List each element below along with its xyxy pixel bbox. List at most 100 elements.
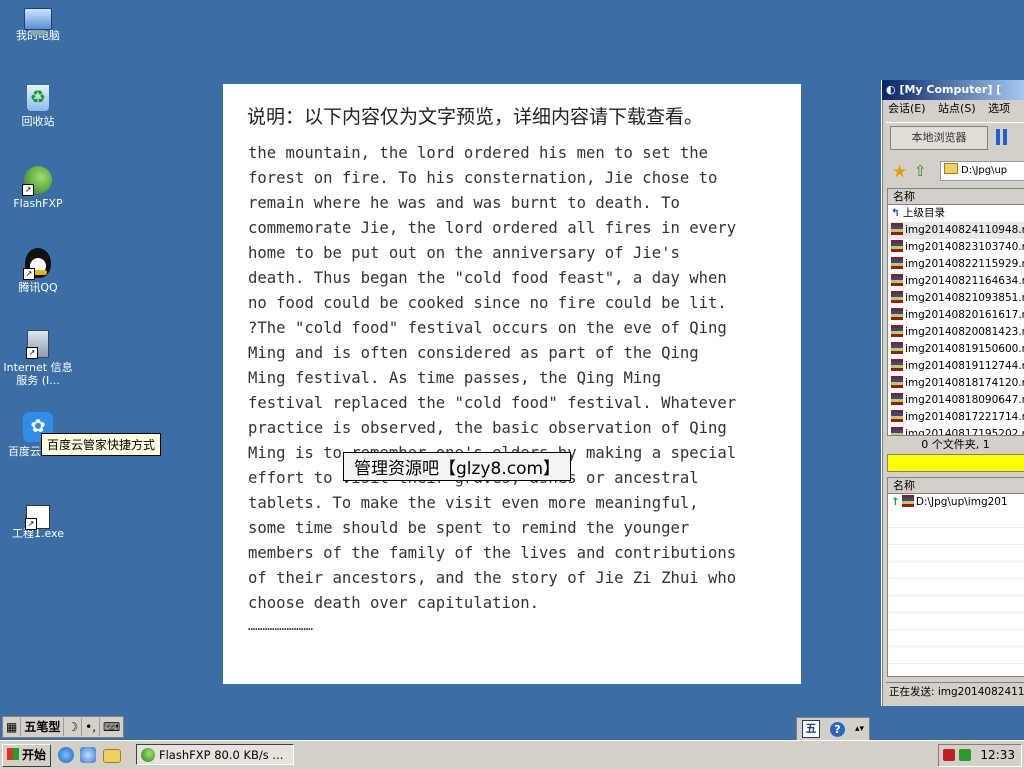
transfer-queue-list[interactable]: 名称 ↑ D:\Jpg\up\img201 [887, 477, 1024, 677]
preview-text-body: the mountain, the lord ordered his men t… [248, 141, 788, 636]
desktop-icon-label: Internet 信息服务 (I... [3, 361, 73, 387]
preview-line: home to be put out on the anniversary of… [248, 244, 680, 262]
preview-line: Ming and is often considered as part of … [248, 344, 699, 362]
system-tray: 12:33 [938, 744, 1022, 767]
folder-icon [944, 163, 958, 174]
rar-archive-icon [891, 257, 903, 269]
file-row[interactable]: img20140821164634.r [888, 273, 1024, 290]
file-name: img20140820161617.r [905, 309, 1024, 321]
desktop-icon-flashfxp[interactable]: ↗ FlashFXP [0, 166, 76, 210]
flashfxp-icon: ↗ [22, 166, 52, 196]
ime-punctuation-icon[interactable]: •, [82, 718, 101, 736]
queue-item-path: D:\Jpg\up\img201 [915, 496, 1008, 508]
tray-app-icon[interactable] [943, 749, 955, 761]
file-row[interactable]: img20140819150600.r [888, 341, 1024, 358]
local-path-text: D:\Jpg\up [961, 165, 1008, 176]
rar-archive-icon [891, 410, 903, 422]
ime-status-bar: ▦ 五笔型 ☽ •, ⌨ [2, 716, 125, 738]
preview-notice-heading: 说明：以下内容仅为文字预览，详细内容请下载查看。 [247, 106, 704, 128]
menu-options[interactable]: 选项 [988, 102, 1010, 115]
menu-session[interactable]: 会话(E) [888, 102, 926, 115]
recycle-bin-icon: ♻ [26, 84, 50, 112]
queue-column-header-name[interactable]: 名称 [888, 478, 1024, 494]
rar-archive-icon [891, 342, 903, 354]
rar-archive-icon [891, 291, 903, 303]
computer-icon [24, 8, 52, 35]
flashfxp-toolbar: 本地浏览器 [886, 122, 1024, 153]
file-row[interactable]: img20140822115929.r [888, 256, 1024, 273]
file-row[interactable]: img20140820081423.r [888, 324, 1024, 341]
desktop-icon-qq[interactable]: ↗ 腾讯QQ [0, 248, 76, 294]
desktop-icon-my-computer[interactable]: 我的电脑 [0, 4, 76, 42]
local-browser-button[interactable]: 本地浏览器 [890, 126, 988, 150]
queue-row[interactable]: ↑ D:\Jpg\up\img201 [888, 494, 1024, 511]
preview-line: the mountain, the lord ordered his men t… [248, 144, 709, 162]
local-path-combo[interactable]: D:\Jpg\up [940, 161, 1024, 181]
file-row[interactable]: img20140820161617.r [888, 307, 1024, 324]
rar-archive-icon [891, 359, 903, 371]
file-name: img20140819112744.r [905, 360, 1024, 372]
favorites-star-icon[interactable]: ★ [892, 162, 907, 182]
preview-line: members of the family of the lives and c… [248, 544, 737, 562]
internet-explorer-icon[interactable] [58, 747, 74, 763]
file-row[interactable]: img20140819112744.r [888, 358, 1024, 375]
desktop-icon-recycle-bin[interactable]: ♻ 回收站 [0, 84, 76, 128]
file-row[interactable]: img20140824110948.r [888, 222, 1024, 239]
preview-line: choose death over capitulation. [248, 594, 540, 612]
start-button[interactable]: 开始 [2, 744, 51, 767]
rar-archive-icon [891, 376, 903, 388]
flashfxp-titlebar[interactable]: ◐ [My Computer] [ [882, 80, 1024, 100]
ime-toggle-icon[interactable]: ▦ [3, 718, 22, 736]
preview-ellipsis: ……………………… [248, 619, 314, 633]
taskbar-item-flashfxp[interactable]: FlashFXP 80.0 KB/s ... [136, 744, 294, 765]
soft-keyboard-icon[interactable]: ⌨ [100, 718, 123, 736]
rar-archive-icon [901, 495, 914, 507]
flashfxp-title-icon: ◐ [886, 83, 900, 96]
ime-mode[interactable]: 五笔型 [21, 718, 65, 736]
file-row[interactable]: img20140817195202.r [888, 426, 1024, 435]
file-name: img20140822115929.r [905, 258, 1024, 270]
ime-halfwidth-icon[interactable]: ☽ [64, 718, 83, 736]
site-watermark: 管理资源吧【glzy8.com】 [343, 452, 572, 481]
up-folder-icon[interactable]: ⇧ [914, 162, 927, 180]
file-row[interactable]: img20140818090647.r [888, 392, 1024, 409]
preview-line: ?The "cold food" festival occurs on the … [248, 319, 727, 337]
rar-archive-icon [891, 308, 903, 320]
desktop-icon-exe[interactable]: ↗ 工程1.exe [0, 500, 76, 540]
flashfxp-icon [141, 748, 155, 762]
desktop-icon-label: 腾讯QQ [18, 281, 58, 294]
parent-directory-row[interactable]: ↰ 上级目录 [888, 205, 1024, 222]
file-name: img20140824110948.r [905, 224, 1024, 236]
parent-dir-icon: ↰ [891, 207, 900, 219]
menu-sites[interactable]: 站点(S) [938, 102, 976, 115]
queue-empty-rows [888, 511, 1024, 676]
tray-network-icon[interactable] [959, 749, 971, 761]
pause-icon[interactable] [996, 129, 1008, 145]
flashfxp-nav-bar: ★ ⇧ D:\Jpg\up [886, 160, 1024, 184]
preview-line: tablets. To make the visit even more mea… [248, 494, 699, 512]
rar-archive-icon [891, 393, 903, 405]
desktop-icon-label: 回收站 [21, 115, 55, 128]
file-name: img20140823103740.r [905, 241, 1024, 253]
input-method-button[interactable]: 五 [801, 720, 820, 738]
help-icon[interactable]: ? [829, 721, 845, 737]
file-count-status: 0 个文件夹, 1 [921, 438, 990, 451]
preview-line: forest on fire. To his consternation, Ji… [248, 169, 718, 187]
file-name: img20140820081423.r [905, 326, 1024, 338]
file-row[interactable]: img20140818174120.r [888, 375, 1024, 392]
desktop-icon-label: FlashFXP [13, 197, 63, 210]
quick-launch-browser-icon[interactable] [80, 747, 96, 763]
file-name: img20140821093851.r [905, 292, 1024, 304]
desktop-icon-iis[interactable]: ↗ Internet 信息服务 (I... [0, 330, 76, 387]
clock[interactable]: 12:33 [980, 745, 1015, 766]
langbar-options-icon[interactable]: ▴▾ [855, 724, 864, 734]
column-header-name[interactable]: 名称 [888, 189, 1024, 205]
local-file-list[interactable]: 名称 ↰ 上级目录 img20140824110948.r img20140823… [887, 188, 1024, 436]
file-row[interactable]: img20140821093851.r [888, 290, 1024, 307]
file-row[interactable]: img20140823103740.r [888, 239, 1024, 256]
executable-icon: ↗ [25, 505, 50, 530]
quick-launch-folder-icon[interactable] [103, 749, 121, 763]
qq-penguin-icon: ↗ [23, 248, 51, 280]
file-row[interactable]: img20140817221714.r [888, 409, 1024, 426]
file-name: img20140821164634.r [905, 275, 1024, 287]
